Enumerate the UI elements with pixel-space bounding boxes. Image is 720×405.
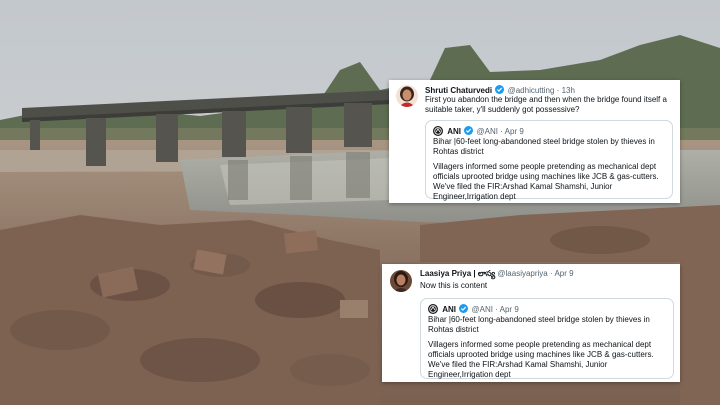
tweet-text: Now this is content <box>420 281 488 290</box>
tweet-header: Laasiya Priya | లాస్య @laasiyapriya · Ap… <box>420 269 574 279</box>
verified-badge-icon <box>459 304 469 313</box>
quoted-tweet-time[interactable]: Apr 9 <box>505 127 524 136</box>
quoted-author-handle[interactable]: @ANI <box>476 127 497 136</box>
separator-dot: · <box>556 86 560 95</box>
tweet-time[interactable]: Apr 9 <box>554 269 573 278</box>
author-name[interactable]: Shruti Chaturvedi <box>425 86 492 95</box>
tweet-card-shruti[interactable]: Shruti Chaturvedi @adhicutting · 13h Fir… <box>389 80 680 203</box>
quoted-tweet-time[interactable]: Apr 9 <box>500 305 519 314</box>
verified-badge-icon <box>464 126 474 135</box>
quoted-tweet[interactable]: ANI @ANI · Apr 9 Bihar |60-feet long-aba… <box>425 120 673 201</box>
quoted-tweet-text-line1: Bihar |60-feet long-abandoned steel brid… <box>433 137 655 156</box>
quoted-tweet-header: ANI @ANI · Apr 9 <box>433 126 524 137</box>
separator-dot: · <box>500 127 503 136</box>
separator-dot: · <box>550 269 553 278</box>
avatar[interactable] <box>390 270 412 292</box>
ani-logo-icon <box>433 126 443 136</box>
quoted-author-name[interactable]: ANI <box>447 127 461 136</box>
verified-badge-icon <box>495 85 505 94</box>
avatar[interactable] <box>396 85 418 107</box>
quoted-author-handle[interactable]: @ANI <box>471 305 492 314</box>
tweet-card-laasiya[interactable]: Laasiya Priya | లాస్య @laasiyapriya · Ap… <box>382 264 680 382</box>
quoted-tweet-header: ANI @ANI · Apr 9 <box>428 304 519 315</box>
quoted-tweet-text-line2: Villagers informed some people pretendin… <box>433 162 659 201</box>
quoted-tweet-text-line2: Villagers informed some people pretendin… <box>428 340 654 379</box>
quoted-tweet[interactable]: ANI @ANI · Apr 9 Bihar |60-feet long-aba… <box>420 298 674 379</box>
author-handle[interactable]: @laasiyapriya <box>497 269 547 278</box>
quoted-tweet-text-line1: Bihar |60-feet long-abandoned steel brid… <box>428 315 650 334</box>
quoted-author-name[interactable]: ANI <box>442 305 456 314</box>
tweet-time[interactable]: 13h <box>562 86 575 95</box>
tweet-text: First you abandon the bridge and then wh… <box>425 95 667 114</box>
author-handle[interactable]: @adhicutting <box>508 86 555 95</box>
author-name[interactable]: Laasiya Priya | లాస్య <box>420 269 495 278</box>
ani-logo-icon <box>428 304 438 314</box>
separator-dot: · <box>495 305 498 314</box>
